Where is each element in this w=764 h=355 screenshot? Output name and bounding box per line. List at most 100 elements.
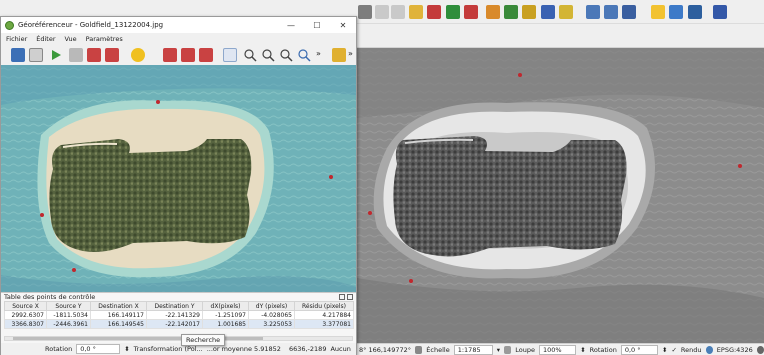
- lock-icon[interactable]: [503, 345, 512, 354]
- label-pin-icon[interactable]: [504, 5, 518, 19]
- scrollbar-thumb[interactable]: [13, 337, 263, 340]
- table-cell[interactable]: 2992.6307: [4, 310, 47, 320]
- python-icon[interactable]: [651, 5, 665, 19]
- geo-rotation-stepper-icon[interactable]: ⬍: [124, 345, 129, 353]
- col-destination-x[interactable]: Destination X: [90, 301, 147, 311]
- render-checkbox[interactable]: ✓: [671, 346, 676, 354]
- col-residual[interactable]: Résidu (pixels): [294, 301, 354, 311]
- menu-editer[interactable]: Éditer: [36, 35, 55, 43]
- project-icon[interactable]: [358, 5, 372, 19]
- gcp-marker-main-2[interactable]: [738, 164, 742, 168]
- link-georef-icon[interactable]: [332, 48, 346, 62]
- gcp-marker-geo-3[interactable]: [40, 213, 44, 217]
- table-cell[interactable]: -1.251097: [202, 310, 249, 320]
- zoom-out-icon[interactable]: [604, 5, 618, 19]
- table-cell[interactable]: -2446.3961: [46, 319, 91, 329]
- zoom-in-icon[interactable]: [586, 5, 600, 19]
- menu-vue[interactable]: Vue: [65, 35, 77, 43]
- gcp-marker-geo-4[interactable]: [72, 268, 76, 272]
- col-source-x[interactable]: Source X: [4, 301, 47, 311]
- gcp-marker-main-3[interactable]: [368, 211, 372, 215]
- table-cell[interactable]: 3.225053: [248, 319, 295, 329]
- menu-parametres[interactable]: Paramètres: [86, 35, 123, 43]
- help-icon[interactable]: [713, 5, 727, 19]
- save-gcp-icon[interactable]: [105, 48, 119, 62]
- add-point-icon[interactable]: [446, 5, 460, 19]
- edit-vertex-icon[interactable]: [486, 5, 500, 19]
- horizontal-scrollbar[interactable]: [4, 336, 353, 341]
- open-vector-icon[interactable]: [29, 48, 43, 62]
- col-source-y[interactable]: Source Y: [46, 301, 91, 311]
- georeferencer-canvas[interactable]: [1, 65, 356, 309]
- undo-icon[interactable]: [375, 5, 389, 19]
- start-georeferencing-icon[interactable]: [49, 48, 63, 62]
- globe-icon[interactable]: [622, 5, 636, 19]
- table-cell[interactable]: 1.001685: [202, 319, 249, 329]
- crs-globe-icon[interactable]: [705, 345, 713, 354]
- col-dy[interactable]: dY (pixels): [248, 301, 295, 311]
- gcp-marker-geo-2[interactable]: [329, 175, 333, 179]
- crs-button[interactable]: EPSG:4326: [717, 346, 753, 354]
- float-panel-icon[interactable]: [339, 294, 345, 300]
- open-raster-icon[interactable]: [11, 48, 25, 62]
- maximize-button[interactable]: ☐: [304, 21, 330, 30]
- geo-rotation-spinbox[interactable]: 0,0 °: [76, 344, 121, 354]
- col-destination-y[interactable]: Destination Y: [146, 301, 203, 311]
- gcp-marker-main-1[interactable]: [518, 73, 522, 77]
- pan-icon[interactable]: [223, 48, 237, 62]
- toolbar-overflow-1[interactable]: »: [316, 49, 321, 58]
- label-rotate-icon[interactable]: [541, 5, 555, 19]
- zoom-in-icon[interactable]: [243, 48, 257, 62]
- table-cell[interactable]: 3366.8307: [4, 319, 47, 329]
- close-panel-icon[interactable]: [347, 294, 353, 300]
- table-cell[interactable]: 4.217884: [294, 310, 354, 320]
- table-cell[interactable]: 166.149117: [90, 310, 147, 320]
- table-cell[interactable]: -4.028065: [248, 310, 295, 320]
- zoom-last-icon[interactable]: [297, 48, 311, 62]
- main-map-canvas[interactable]: [357, 48, 764, 343]
- add-feature-icon[interactable]: [427, 5, 441, 19]
- coordinate-toggle-icon[interactable]: [415, 345, 423, 354]
- label-move-icon[interactable]: [522, 5, 536, 19]
- scale-dropdown-icon[interactable]: ▾: [497, 346, 500, 354]
- redo-icon[interactable]: [391, 5, 405, 19]
- close-button[interactable]: ✕: [330, 21, 356, 30]
- table-cell[interactable]: -22.141329: [146, 310, 203, 320]
- zoom-out-icon[interactable]: [261, 48, 275, 62]
- geo-crs[interactable]: Aucun: [330, 345, 350, 353]
- menu-fichier[interactable]: Fichier: [6, 35, 27, 43]
- toolbar-overflow-2[interactable]: »: [348, 49, 353, 58]
- add-line-icon[interactable]: [464, 5, 478, 19]
- zoom-layer-icon[interactable]: [279, 48, 293, 62]
- rotation-label-main: Rotation: [589, 345, 617, 354]
- transformation-settings-icon[interactable]: [131, 48, 145, 62]
- table-cell[interactable]: -22.142017: [146, 319, 203, 329]
- table-cell[interactable]: 3.377081: [294, 319, 354, 329]
- generate-script-icon[interactable]: [69, 48, 83, 62]
- add-point-icon[interactable]: [163, 48, 177, 62]
- tooltip: Recherche: [181, 334, 226, 346]
- messages-icon[interactable]: [756, 345, 764, 354]
- cloud-icon[interactable]: [669, 5, 683, 19]
- minimize-button[interactable]: —: [278, 21, 304, 30]
- table-cell[interactable]: -1811.5034: [46, 310, 91, 320]
- table-row[interactable]: 3366.8307 -2446.3961 166.149545 -22.1420…: [4, 319, 354, 329]
- table-row[interactable]: 2992.6307 -1811.5034 166.149117 -22.1413…: [4, 310, 354, 320]
- raster-icon[interactable]: [688, 5, 702, 19]
- gcp-marker-geo-1[interactable]: [156, 100, 160, 104]
- magnifier-spinbox[interactable]: 100%: [539, 344, 577, 355]
- load-gcp-icon[interactable]: [87, 48, 101, 62]
- transformation-info: Transformation (Pol...: [133, 345, 203, 353]
- delete-point-icon[interactable]: [181, 48, 195, 62]
- rotation-stepper-icon[interactable]: ⬍: [662, 346, 667, 354]
- qgis-logo-icon: [5, 20, 14, 30]
- table-cell[interactable]: 166.149545: [90, 319, 147, 329]
- digitize-icon[interactable]: [409, 5, 423, 19]
- magnifier-stepper-icon[interactable]: ⬍: [580, 346, 585, 354]
- gcp-marker-main-4[interactable]: [409, 279, 413, 283]
- scale-combo[interactable]: 1:1785: [453, 344, 493, 355]
- label-change-icon[interactable]: [559, 5, 573, 19]
- move-point-icon[interactable]: [199, 48, 213, 62]
- col-dx[interactable]: dX(pixels): [202, 301, 249, 311]
- rotation-spinbox-main[interactable]: 0,0 °: [620, 344, 658, 355]
